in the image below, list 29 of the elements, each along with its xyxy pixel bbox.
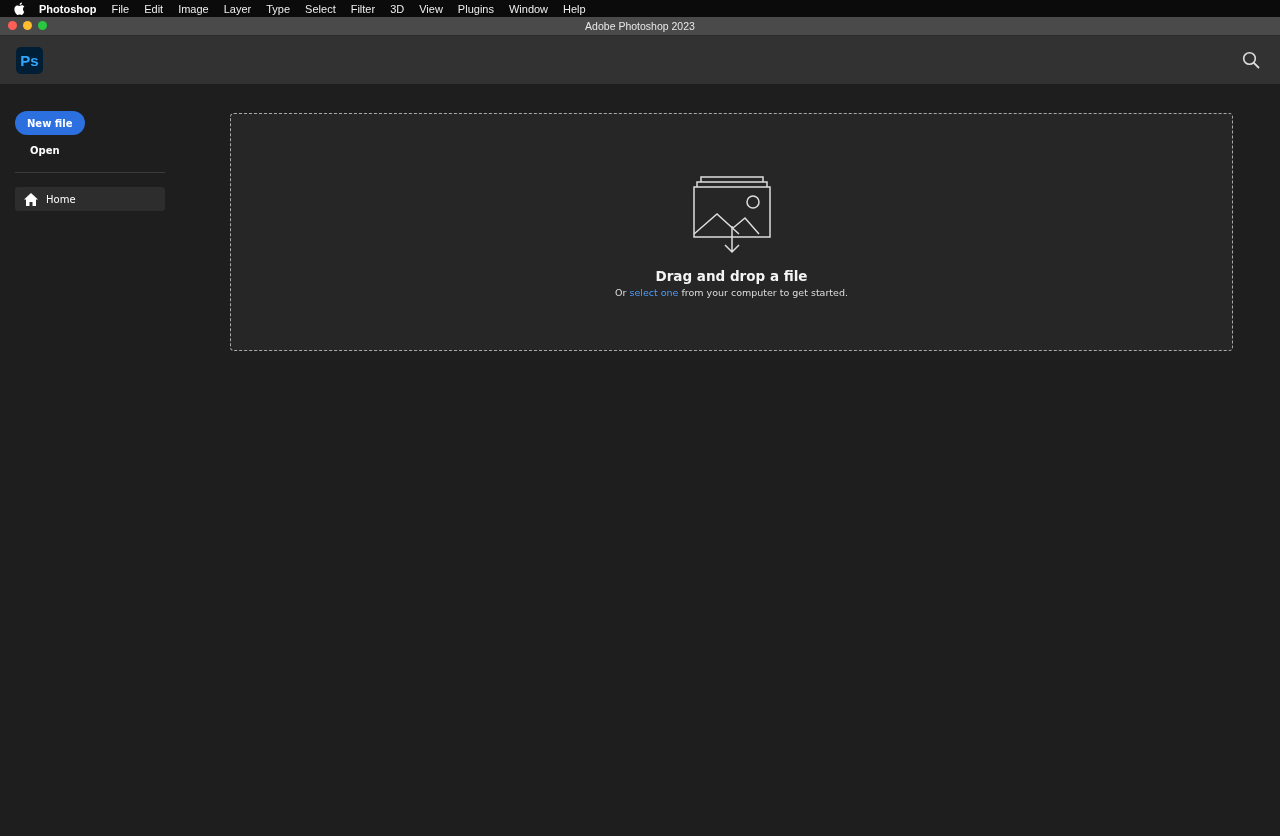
menu-item[interactable]: View xyxy=(419,2,443,15)
drop-title: Drag and drop a file xyxy=(655,268,808,284)
drop-zone[interactable]: Drag and drop a file Or select one from your computer to get started. xyxy=(230,113,1233,351)
new-file-button[interactable]: New file xyxy=(15,111,85,135)
home-icon xyxy=(24,192,38,206)
home-nav-item[interactable]: Home xyxy=(15,187,165,211)
menu-item[interactable]: Window xyxy=(508,2,549,15)
menu-item[interactable]: Image xyxy=(178,2,209,15)
zoom-window-button[interactable] xyxy=(38,21,47,30)
app-menu[interactable]: Photoshop xyxy=(39,2,97,15)
menu-item[interactable]: 3D xyxy=(390,2,405,15)
menu-item[interactable]: Type xyxy=(266,2,291,15)
menu-item[interactable]: Help xyxy=(563,2,586,15)
menu-item[interactable]: File xyxy=(111,2,130,15)
apple-logo-icon[interactable] xyxy=(14,2,25,15)
app-logo: Ps xyxy=(16,46,43,74)
menu-item[interactable]: Filter xyxy=(350,2,376,15)
menu-item[interactable]: Plugins xyxy=(457,2,494,15)
menu-item[interactable]: Layer xyxy=(223,2,252,15)
select-file-link[interactable]: select one xyxy=(629,287,679,298)
drop-instructions: Or select one from your computer to get started. xyxy=(615,287,848,298)
open-button[interactable]: Open xyxy=(22,143,68,158)
window-title: Adobe Photoshop 2023 xyxy=(585,20,695,32)
image-download-icon xyxy=(692,176,771,256)
search-icon[interactable] xyxy=(1242,51,1260,69)
minimize-window-button[interactable] xyxy=(23,21,32,30)
menu-item[interactable]: Select xyxy=(305,2,336,15)
menu-item[interactable]: Edit xyxy=(144,2,164,15)
close-window-button[interactable] xyxy=(8,21,17,30)
